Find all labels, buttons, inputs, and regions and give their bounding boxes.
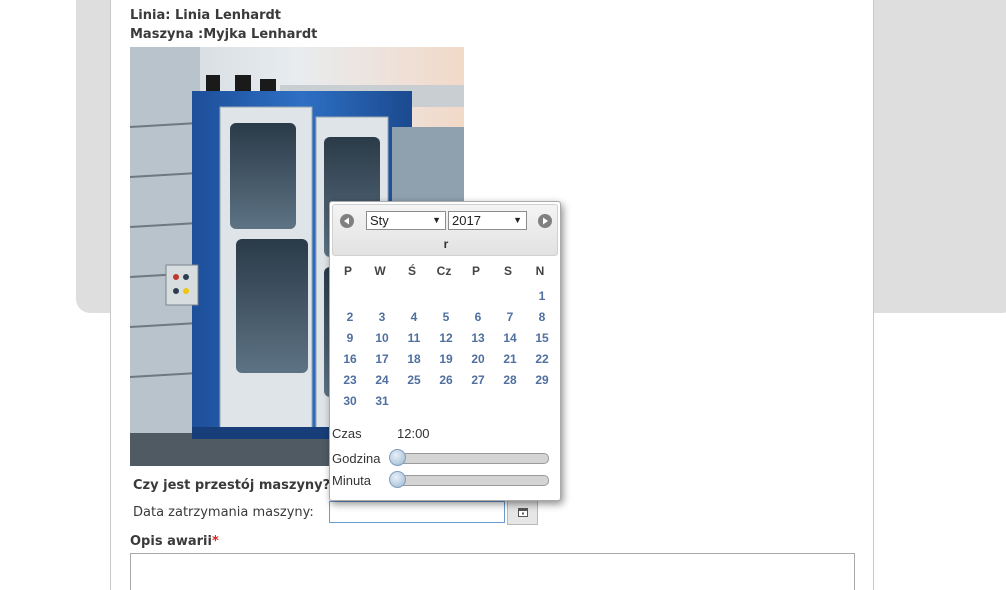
failure-description-textarea[interactable] <box>130 553 855 590</box>
calendar-day[interactable]: 11 <box>399 331 429 345</box>
calendar-day[interactable]: 19 <box>431 352 461 366</box>
datepicker: Sty ▼ 2017 ▼ r P W Ś Cz P S N 1 2 3 4 5 6 7 8 9 10 11 12 1… <box>329 201 561 501</box>
page: Linia: Linia Lenhardt Maszyna :Myjka Len… <box>0 0 1006 590</box>
calendar-day[interactable]: 27 <box>463 373 493 387</box>
calendar-day[interactable]: 18 <box>399 352 429 366</box>
next-month-button[interactable] <box>538 214 552 228</box>
minute-slider[interactable] <box>391 475 549 486</box>
datepicker-header: Sty ▼ 2017 ▼ r <box>332 204 558 256</box>
calendar-day[interactable]: 15 <box>527 331 557 345</box>
minute-slider-handle[interactable] <box>389 471 406 488</box>
calendar-day[interactable]: 1 <box>527 289 557 303</box>
calendar-day[interactable]: 20 <box>463 352 493 366</box>
time-label: Czas <box>332 426 362 441</box>
calendar-day[interactable]: 3 <box>367 310 397 324</box>
calendar-day[interactable]: 31 <box>367 394 397 408</box>
calendar-day[interactable]: 13 <box>463 331 493 345</box>
weekday-header: S <box>503 264 512 278</box>
weekday-header: N <box>535 264 545 278</box>
calendar-day[interactable]: 9 <box>335 331 365 345</box>
line-label: Linia: Linia Lenhardt <box>130 8 282 23</box>
calendar-day[interactable]: 21 <box>495 352 525 366</box>
chevron-right-icon <box>543 217 548 225</box>
minute-label: Minuta <box>332 473 372 488</box>
weekday-header: P <box>343 264 352 278</box>
calendar-day[interactable]: 26 <box>431 373 461 387</box>
hour-slider[interactable] <box>391 453 549 464</box>
failure-description-label: Opis awarii* <box>130 534 219 549</box>
calendar-icon <box>518 508 528 517</box>
machine-label: Maszyna :Myjka Lenhardt <box>130 27 318 42</box>
calendar-button[interactable] <box>507 500 538 525</box>
time-value: 12:00 <box>397 426 430 441</box>
hour-label: Godzina <box>332 451 381 466</box>
calendar-day[interactable]: 28 <box>495 373 525 387</box>
calendar-day[interactable]: 12 <box>431 331 461 345</box>
calendar-day[interactable]: 2 <box>335 310 365 324</box>
calendar-day[interactable]: 8 <box>527 310 557 324</box>
weekday-header: Cz <box>436 264 452 278</box>
chevron-left-icon <box>344 217 349 225</box>
required-mark: * <box>211 534 219 549</box>
stop-date-input[interactable] <box>329 501 505 523</box>
calendar-day[interactable]: 14 <box>495 331 525 345</box>
chevron-down-icon: ▼ <box>513 215 522 225</box>
month-select-value: Sty <box>370 213 389 228</box>
calendar-day[interactable]: 10 <box>367 331 397 345</box>
month-select[interactable]: Sty ▼ <box>366 211 446 230</box>
calendar-day[interactable]: 6 <box>463 310 493 324</box>
weekday-header: P <box>471 264 480 278</box>
calendar-day[interactable]: 7 <box>495 310 525 324</box>
calendar-day[interactable]: 25 <box>399 373 429 387</box>
weekday-header: W <box>374 264 386 278</box>
calendar-day[interactable]: 24 <box>367 373 397 387</box>
prev-month-button[interactable] <box>340 214 354 228</box>
calendar-day[interactable]: 16 <box>335 352 365 366</box>
calendar-day[interactable]: 4 <box>399 310 429 324</box>
calendar-day[interactable]: 23 <box>335 373 365 387</box>
stop-date-label: Data zatrzymania maszyny: <box>133 505 314 520</box>
datepicker-title-suffix: r <box>443 237 449 251</box>
calendar-day[interactable]: 5 <box>431 310 461 324</box>
calendar-day[interactable]: 17 <box>367 352 397 366</box>
year-select[interactable]: 2017 ▼ <box>448 211 527 230</box>
year-select-value: 2017 <box>452 213 481 228</box>
calendar-day[interactable]: 30 <box>335 394 365 408</box>
calendar-day[interactable]: 29 <box>527 373 557 387</box>
calendar-day[interactable]: 22 <box>527 352 557 366</box>
chevron-down-icon: ▼ <box>432 215 441 225</box>
downtime-question-label: Czy jest przestój maszyny?* <box>133 478 337 493</box>
hour-slider-handle[interactable] <box>389 449 406 466</box>
weekday-header: Ś <box>407 264 416 278</box>
